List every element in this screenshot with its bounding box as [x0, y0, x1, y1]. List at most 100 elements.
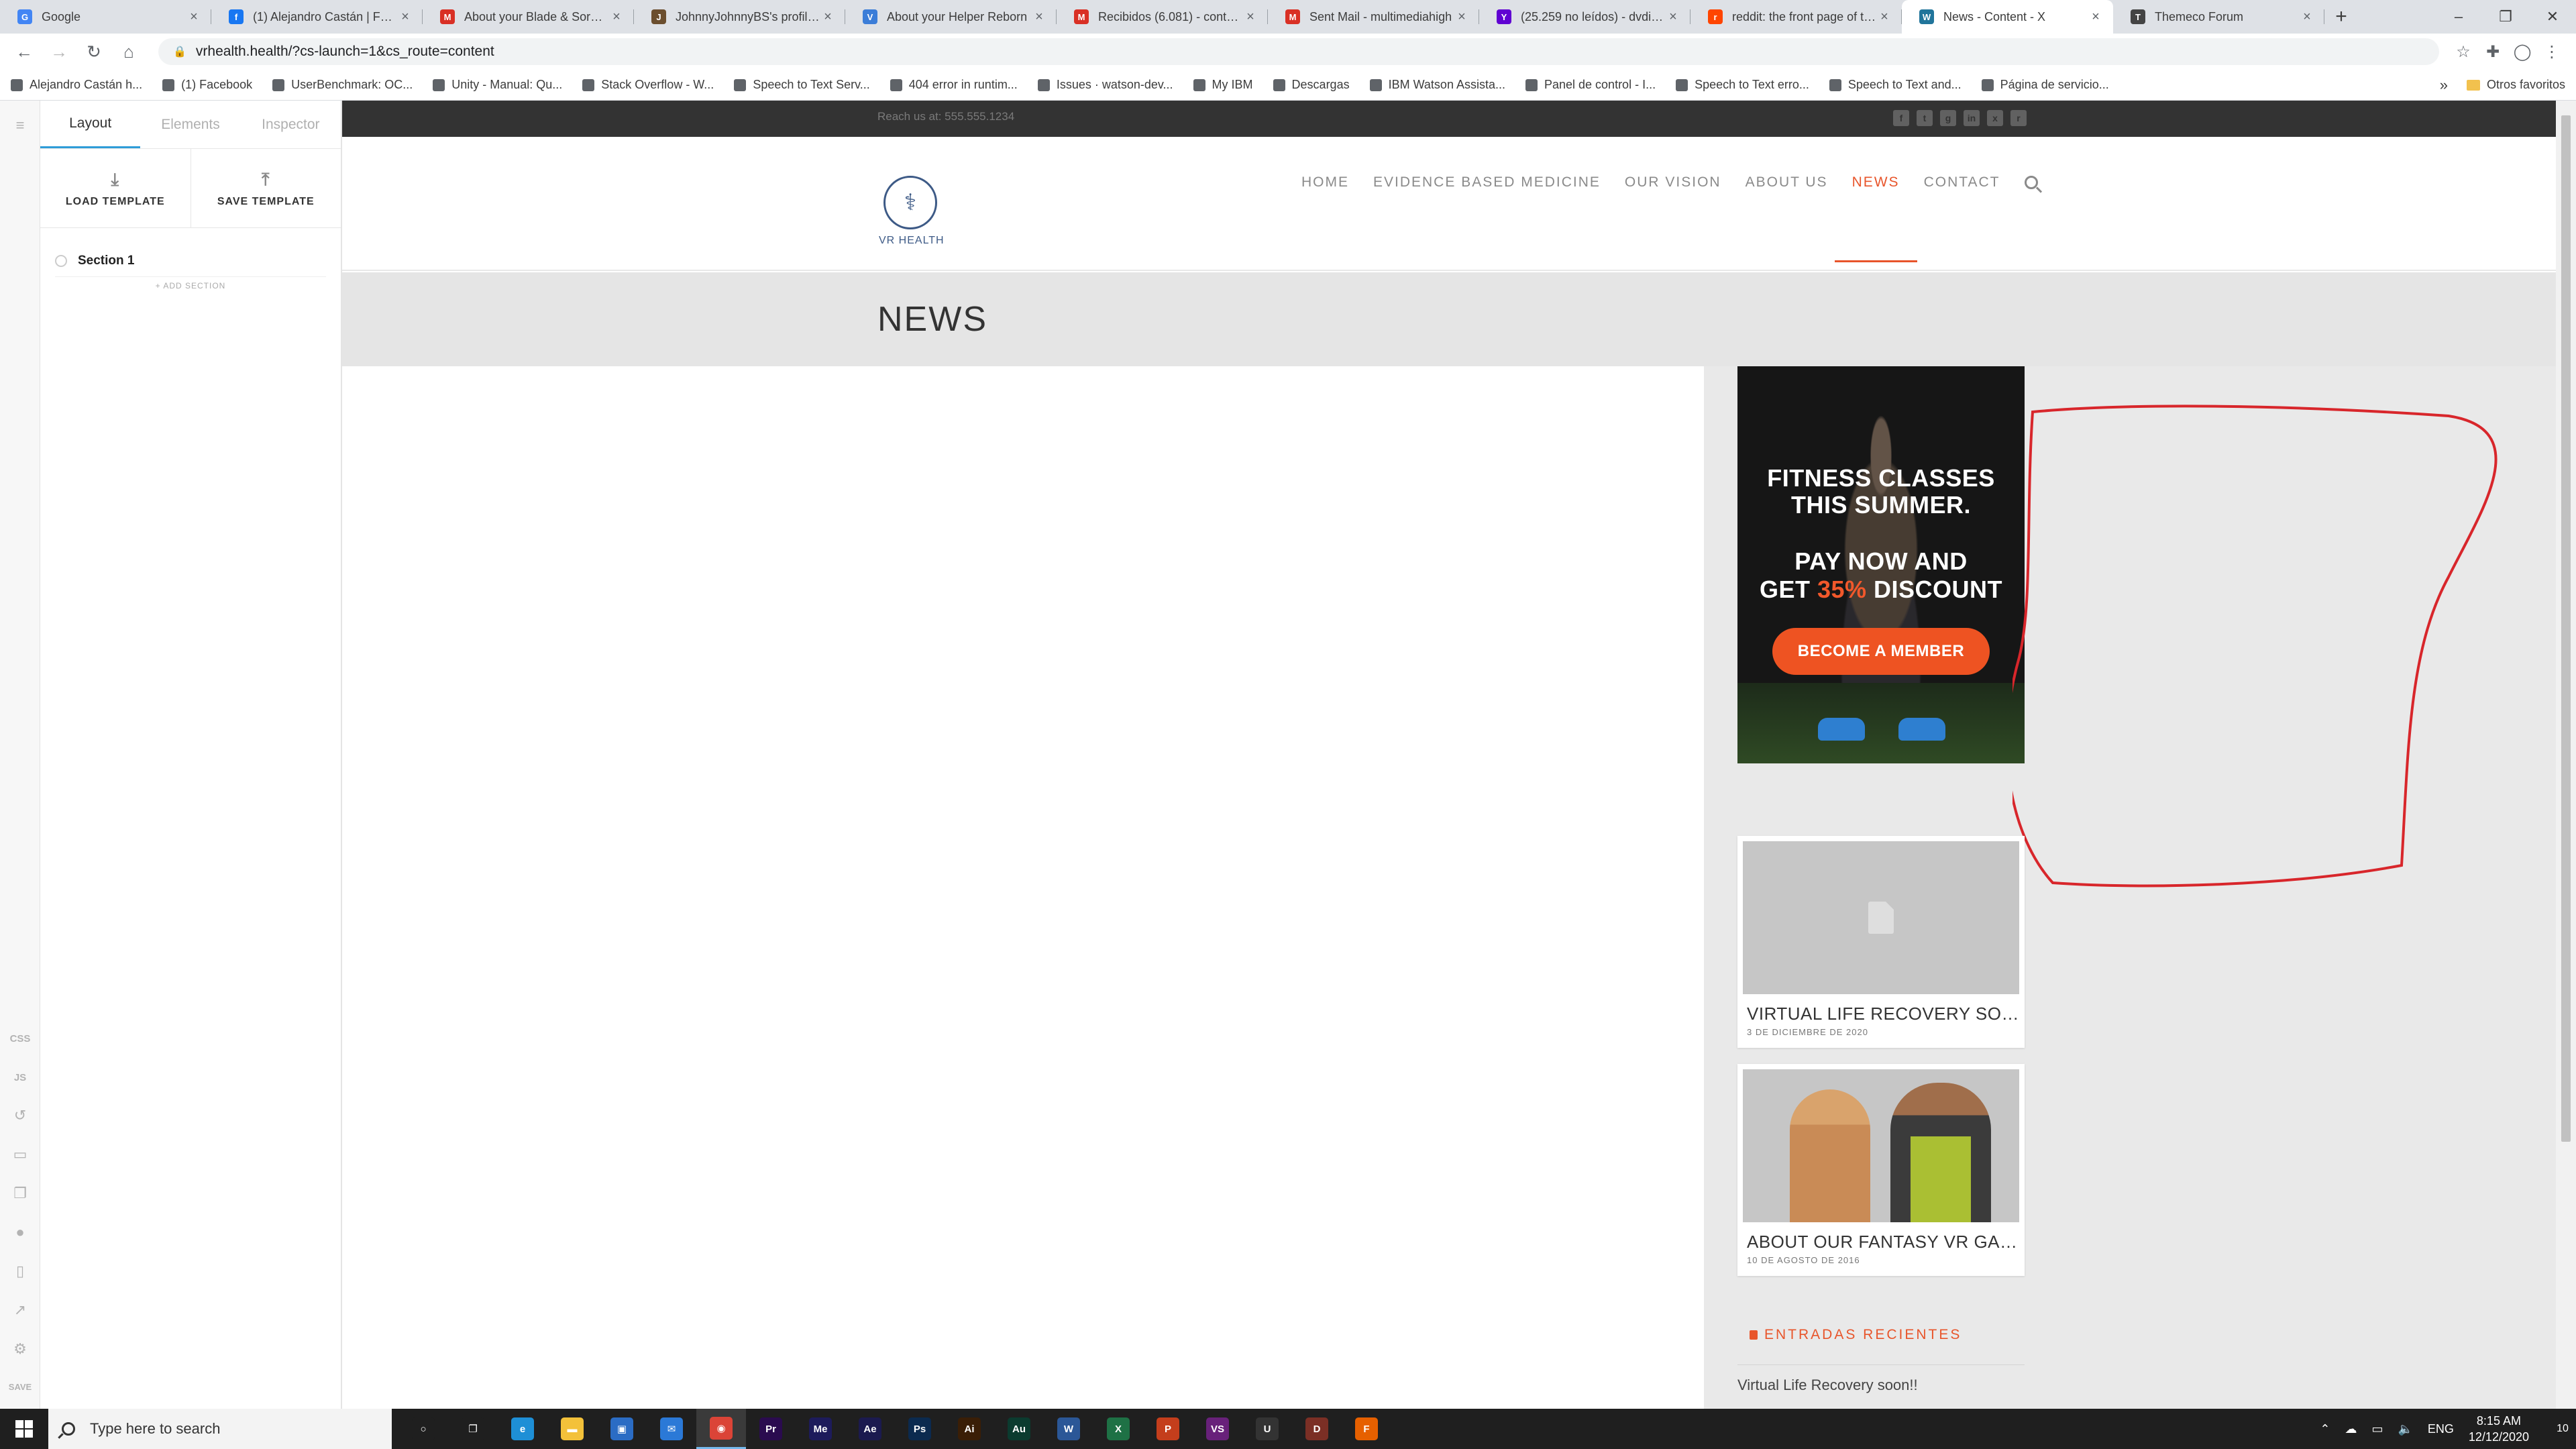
restore-button[interactable]: ❐ [2482, 0, 2529, 34]
taskbar-app-file-explorer[interactable]: ▬ [547, 1409, 597, 1449]
clock[interactable]: 8:15 AM 12/12/2020 [2469, 1413, 2529, 1445]
tab-close-icon[interactable]: × [2088, 9, 2104, 25]
post-title[interactable]: ABOUT OUR FANTASY VR GAME [1747, 1232, 2019, 1252]
bookmark-item[interactable]: Speech to Text and... [1829, 78, 1962, 92]
taskbar-app-cortana[interactable]: ○ [398, 1409, 448, 1449]
bookmark-item[interactable]: Descargas [1273, 78, 1350, 92]
recent-post-link[interactable]: Virtual Life Recovery soon!! [1737, 1377, 1918, 1394]
save-button[interactable]: SAVE [0, 1382, 40, 1392]
menu-dots-icon[interactable]: ⋮ [2537, 37, 2567, 66]
home-button[interactable]: ⌂ [114, 37, 144, 66]
taskbar-app-mail[interactable]: ✉ [647, 1409, 696, 1449]
tab-inspector[interactable]: Inspector [241, 101, 341, 148]
new-tab-button[interactable]: + [2324, 0, 2358, 34]
tray-chevron-icon[interactable]: ⌃ [2320, 1422, 2330, 1436]
linkedin-icon[interactable]: in [1964, 110, 1980, 126]
section-item[interactable]: Section 1 [55, 246, 326, 277]
taskbar-app-after-effects[interactable]: Ae [845, 1409, 895, 1449]
bookmark-item[interactable]: Panel de control - I... [1525, 78, 1656, 92]
taskbar-app-audition[interactable]: Au [994, 1409, 1044, 1449]
tab-close-icon[interactable]: × [608, 9, 625, 25]
twitter-icon[interactable]: t [1917, 110, 1933, 126]
nav-home[interactable]: HOME [1301, 174, 1349, 191]
taskbar-search[interactable]: Type here to search [48, 1409, 392, 1449]
facebook-icon[interactable]: f [1893, 110, 1909, 126]
add-section-button[interactable]: + ADD SECTION [40, 281, 341, 290]
tab-elements[interactable]: Elements [140, 101, 240, 148]
responsive-icon[interactable]: ▯ [0, 1263, 40, 1280]
tab-close-icon[interactable]: × [820, 9, 836, 25]
js-button[interactable]: JS [0, 1072, 40, 1083]
nav-our-vision[interactable]: OUR VISION [1625, 174, 1721, 191]
tab-close-icon[interactable]: × [1876, 9, 1892, 25]
page-scrollbar[interactable] [2556, 101, 2576, 1409]
xing-icon[interactable]: x [1987, 110, 2003, 126]
post-card-virtual-life[interactable]: VIRTUAL LIFE RECOVERY SOO... 3 DE DICIEM… [1737, 836, 2025, 1048]
bookmark-item[interactable]: IBM Watson Assista... [1369, 78, 1505, 92]
browser-tab[interactable]: M About your Blade & Sorcery × [423, 0, 634, 34]
taskbar-app-chrome[interactable]: ◉ [696, 1409, 746, 1449]
browser-tab[interactable]: f (1) Alejandro Castán | Faceb × [211, 0, 423, 34]
tab-close-icon[interactable]: × [1242, 9, 1258, 25]
network-icon[interactable]: ▭ [2371, 1422, 2383, 1436]
taskbar-app-media-encoder[interactable]: Me [796, 1409, 845, 1449]
taskbar-app-word[interactable]: W [1044, 1409, 1093, 1449]
bookmark-item[interactable]: UserBenchmark: OC... [272, 78, 413, 92]
taskbar-app-illustrator[interactable]: Ai [945, 1409, 994, 1449]
tab-close-icon[interactable]: × [1454, 9, 1470, 25]
google-plus-icon[interactable]: g [1940, 110, 1956, 126]
post-title[interactable]: VIRTUAL LIFE RECOVERY SOO... [1747, 1004, 2019, 1024]
bookmark-item[interactable]: Unity - Manual: Qu... [433, 78, 562, 92]
other-bookmarks-folder[interactable]: Otros favoritos [2466, 78, 2565, 92]
taskbar-app-davinci[interactable]: D [1292, 1409, 1342, 1449]
tab-close-icon[interactable]: × [397, 9, 413, 25]
scrollbar-thumb[interactable] [2561, 115, 2571, 1142]
history-icon[interactable]: ↺ [0, 1107, 40, 1124]
pages-icon[interactable]: ❐ [0, 1185, 40, 1202]
nav-evidence-based-medicine[interactable]: EVIDENCE BASED MEDICINE [1373, 174, 1601, 191]
css-button[interactable]: CSS [0, 1033, 40, 1044]
taskbar-app-unity[interactable]: U [1242, 1409, 1292, 1449]
tab-close-icon[interactable]: × [1031, 9, 1047, 25]
taskbar-app-task-view[interactable]: ❐ [448, 1409, 498, 1449]
settings-gear-icon[interactable]: ⚙ [0, 1340, 40, 1358]
taskbar-app-edge[interactable]: e [498, 1409, 547, 1449]
close-window-button[interactable]: ✕ [2529, 0, 2576, 34]
hamburger-icon[interactable]: ≡ [0, 117, 40, 134]
nav-news[interactable]: NEWS [1834, 174, 1917, 262]
url-field[interactable]: 🔒 vrhealth.health/?cs-launch=1&cs_route=… [158, 38, 2439, 65]
volume-icon[interactable]: 🔈 [2398, 1422, 2412, 1436]
bookmarks-overflow-button[interactable]: » [2440, 76, 2448, 94]
forward-button[interactable]: → [44, 37, 74, 66]
nav-contact[interactable]: CONTACT [1924, 174, 2000, 191]
browser-tab[interactable]: r reddit: the front page of the × [1690, 0, 1902, 34]
become-member-button[interactable]: BECOME A MEMBER [1772, 628, 1990, 675]
bookmark-item[interactable]: Speech to Text Serv... [734, 78, 870, 92]
bookmark-item[interactable]: Página de servicio... [1981, 78, 2109, 92]
profile-avatar[interactable]: ◯ [2508, 37, 2537, 66]
post-card-fantasy-vr[interactable]: ABOUT OUR FANTASY VR GAME 10 DE AGOSTO D… [1737, 1064, 2025, 1276]
taskbar-app-premiere[interactable]: Pr [746, 1409, 796, 1449]
browser-tab[interactable]: J JohnnyJohnnyBS's profile at × [634, 0, 845, 34]
tab-layout[interactable]: Layout [40, 101, 141, 148]
browser-tab[interactable]: Y (25.259 no leídos) - dvdima × [1479, 0, 1690, 34]
nav-about-us[interactable]: ABOUT US [1746, 174, 1828, 191]
extensions-icon[interactable]: ✚ [2478, 37, 2508, 66]
external-link-icon[interactable]: ↗ [0, 1301, 40, 1319]
browser-tab[interactable]: W News - Content - X × [1902, 0, 2113, 34]
bookmark-item[interactable]: Speech to Text erro... [1676, 78, 1809, 92]
onedrive-icon[interactable]: ☁ [2345, 1422, 2357, 1436]
layout-icon[interactable]: ▭ [0, 1146, 40, 1163]
language-indicator[interactable]: ENG [2428, 1422, 2454, 1436]
taskbar-app-visual-studio[interactable]: VS [1193, 1409, 1242, 1449]
bookmark-item[interactable]: 404 error in runtim... [890, 78, 1018, 92]
tab-close-icon[interactable]: × [186, 9, 202, 25]
taskbar-app-powerpoint[interactable]: P [1143, 1409, 1193, 1449]
load-template-button[interactable]: ⤓ LOAD TEMPLATE [40, 149, 191, 227]
start-button[interactable] [0, 1409, 48, 1449]
global-blocks-icon[interactable]: ● [0, 1224, 40, 1241]
bookmark-item[interactable]: (1) Facebook [162, 78, 252, 92]
bookmark-star-icon[interactable]: ☆ [2449, 37, 2478, 66]
back-button[interactable]: ← [9, 37, 39, 66]
taskbar-app-photoshop[interactable]: Ps [895, 1409, 945, 1449]
